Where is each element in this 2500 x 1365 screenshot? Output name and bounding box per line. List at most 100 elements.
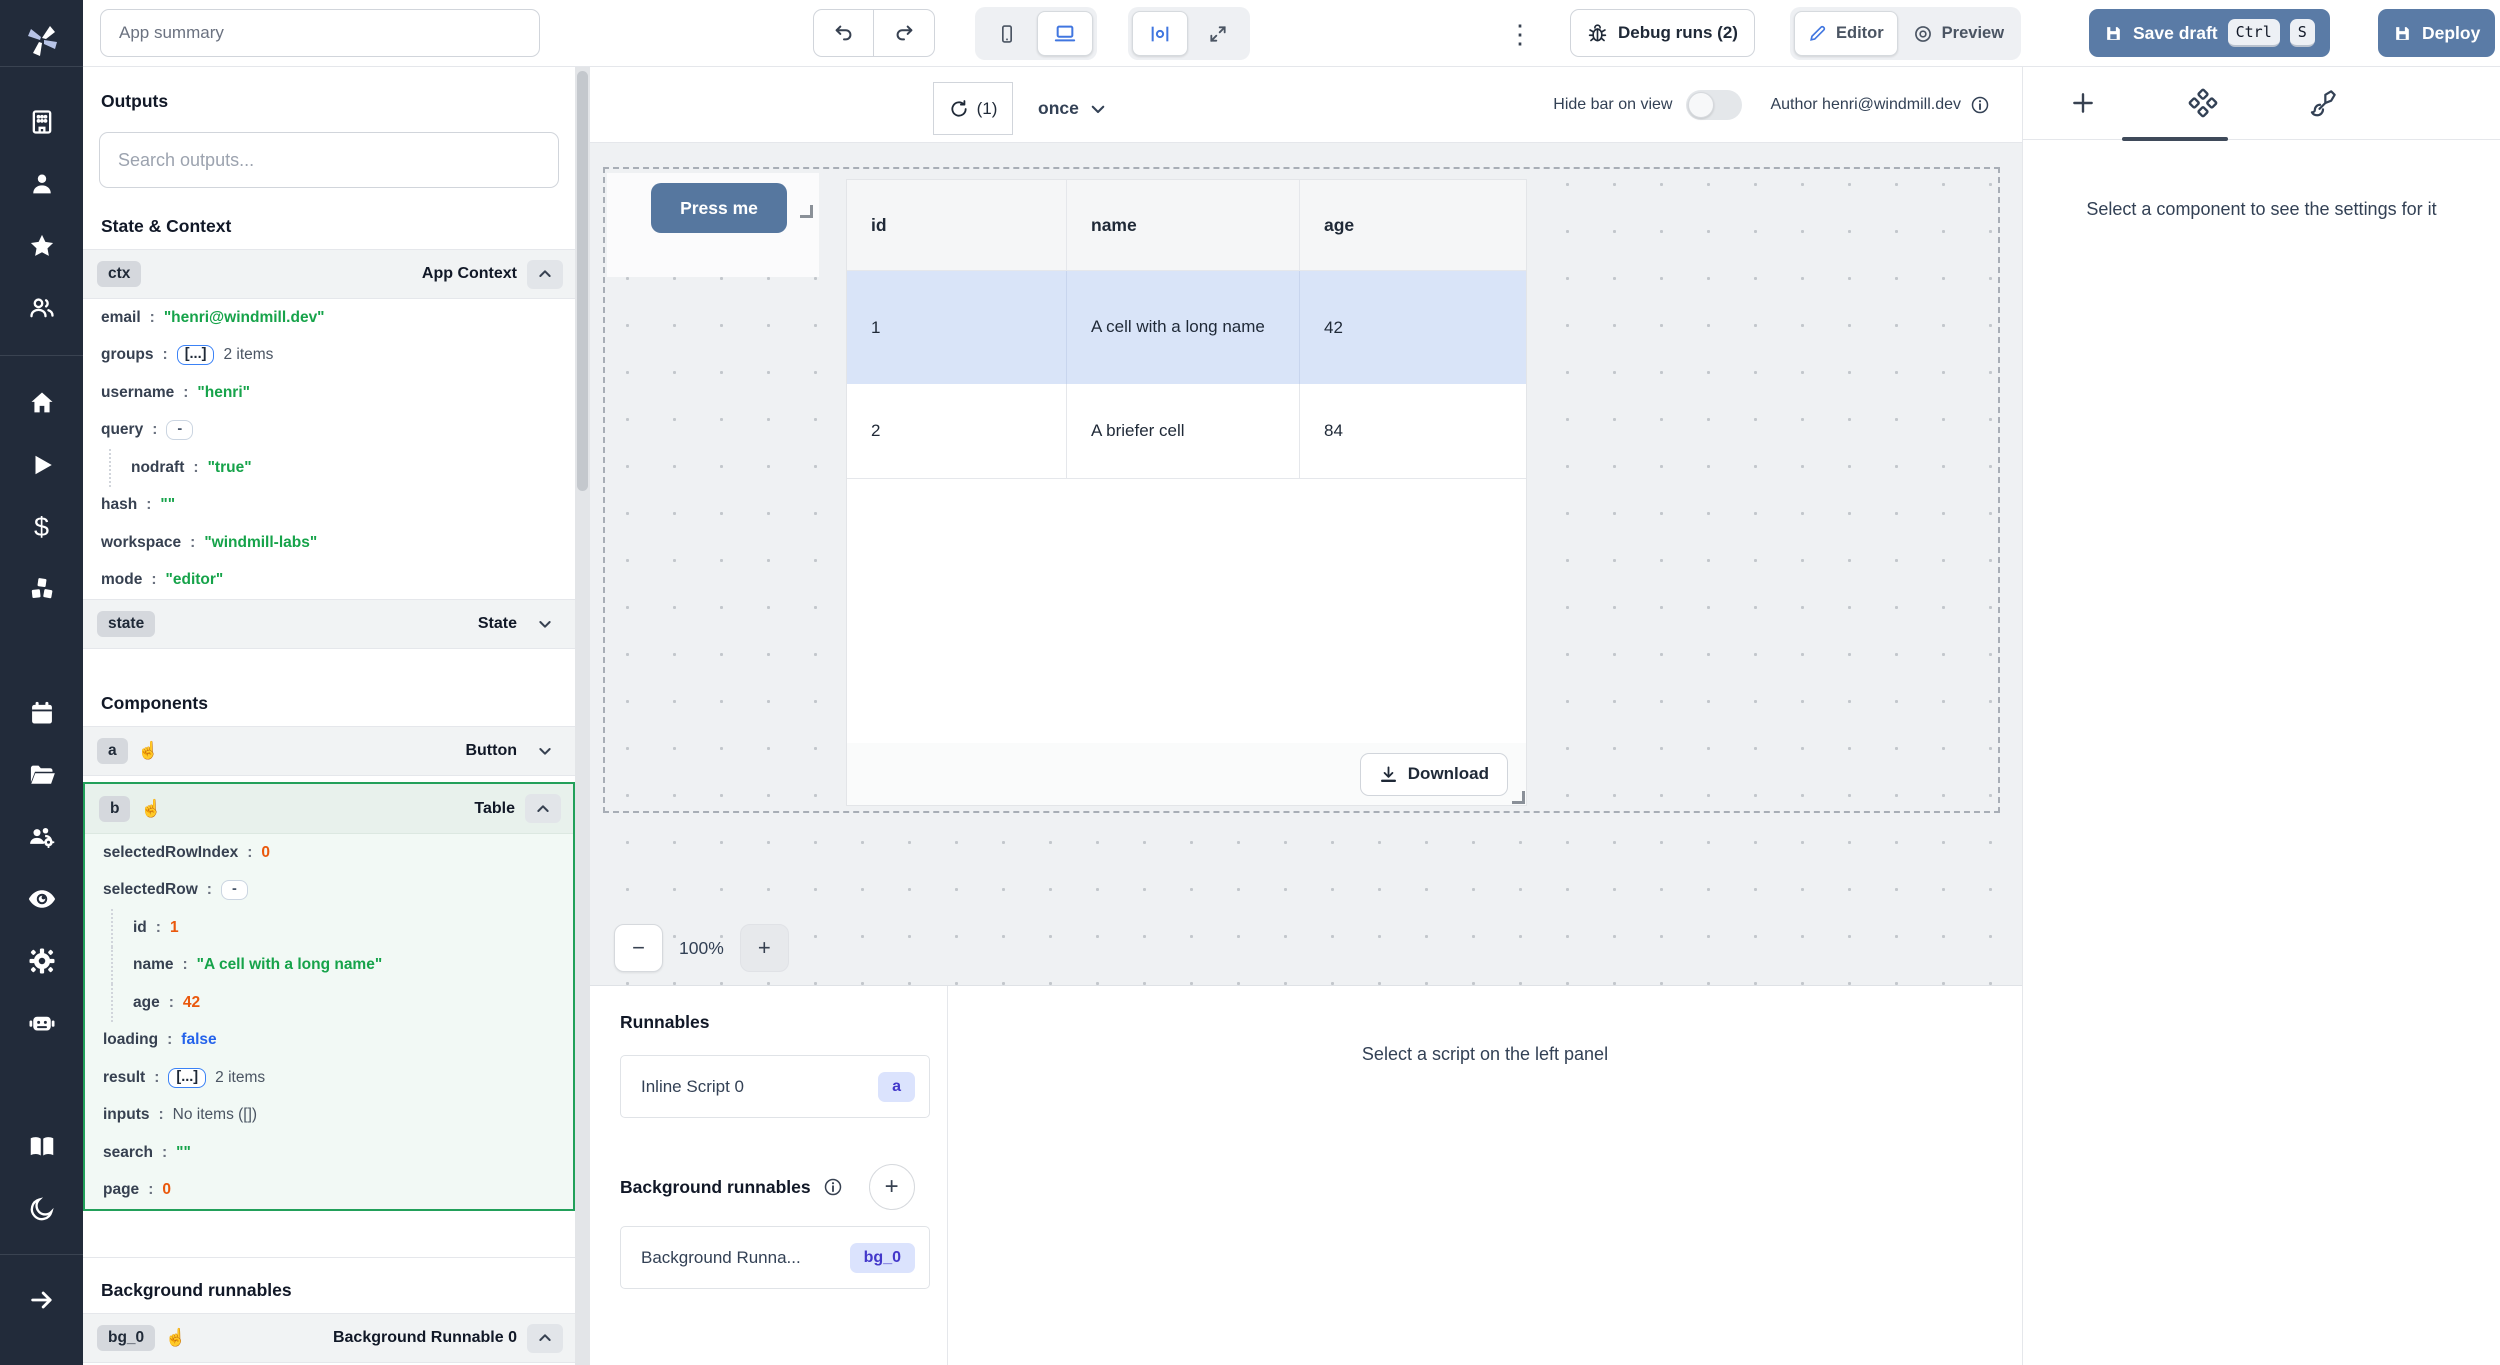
scrollbar-thumb[interactable]: [577, 71, 588, 491]
inline-script-item[interactable]: Inline Script 0 a: [620, 1055, 930, 1118]
ctx-id-badge[interactable]: ctx: [97, 261, 141, 287]
download-button[interactable]: Download: [1360, 753, 1508, 796]
tab-preview[interactable]: Preview: [1900, 11, 2017, 56]
background-runnable-item[interactable]: Background Runna... bg_0: [620, 1226, 930, 1289]
plus-icon: [2070, 90, 2096, 116]
app-summary-input[interactable]: [100, 9, 540, 57]
paintbrush-icon: [2309, 89, 2337, 117]
ctx-type-label: App Context: [422, 265, 517, 283]
add-background-runnable-button[interactable]: +: [869, 1164, 915, 1210]
home-icon[interactable]: [0, 372, 83, 434]
component-b-id-badge[interactable]: b: [99, 796, 130, 822]
outputs-title: Outputs: [101, 91, 575, 112]
kv-row: inputs:No items ([]): [85, 1097, 573, 1135]
zoom-in-button[interactable]: +: [740, 924, 789, 972]
runnables-list-column: Runnables Inline Script 0 a Background r…: [590, 986, 948, 1365]
building-icon[interactable]: [0, 91, 83, 153]
center-align-button[interactable]: [1132, 11, 1188, 56]
kv-row: workspace:"windmill-labs": [83, 524, 575, 562]
info-icon[interactable]: [823, 1177, 843, 1197]
moon-icon[interactable]: [0, 1178, 83, 1240]
empty-value-badge[interactable]: -: [221, 880, 248, 900]
hide-bar-toggle[interactable]: [1686, 90, 1742, 120]
tab-editor[interactable]: Editor: [1794, 11, 1898, 56]
tab-component-settings[interactable]: [2143, 67, 2263, 140]
select-pointer-icon[interactable]: ☝: [165, 1328, 186, 1348]
star-icon[interactable]: [0, 215, 83, 277]
table-resize-handle[interactable]: [1512, 791, 1525, 804]
press-me-button[interactable]: Press me: [651, 183, 787, 233]
select-pointer-icon[interactable]: ☝: [140, 799, 161, 819]
ctx-collapse-button[interactable]: [527, 260, 563, 289]
component-a-expand-button[interactable]: [527, 737, 563, 766]
search-outputs-input[interactable]: [99, 132, 559, 188]
save-draft-button[interactable]: Save draft Ctrl S: [2089, 9, 2330, 57]
refresh-button[interactable]: (1): [933, 82, 1013, 135]
more-menu-button[interactable]: ⋮: [1507, 14, 1533, 54]
play-icon[interactable]: [0, 434, 83, 496]
expand-array-badge[interactable]: [...]: [168, 1068, 206, 1088]
fullscreen-button[interactable]: [1190, 11, 1246, 56]
inline-script-badge: a: [878, 1072, 915, 1102]
empty-value-badge[interactable]: -: [166, 420, 193, 440]
components-icon: [2188, 88, 2218, 118]
info-icon[interactable]: [1970, 95, 1990, 115]
kv-row: hash:"": [83, 487, 575, 525]
kv-row: nodraft:"true": [83, 449, 575, 487]
ctx-section-header: ctx App Context: [83, 249, 575, 299]
button-resize-handle[interactable]: [800, 205, 813, 218]
component-a-id-badge[interactable]: a: [97, 738, 128, 764]
kv-row: result:[...]2 items: [85, 1059, 573, 1097]
robot-icon[interactable]: [0, 992, 83, 1054]
user-group-icon[interactable]: [0, 277, 83, 339]
debug-runs-label: Debug runs (2): [1618, 23, 1738, 43]
settings-empty-hint: Select a component to see the settings f…: [2062, 196, 2462, 224]
editor-preview-toggle: Editor Preview: [1790, 7, 2021, 60]
windmill-logo[interactable]: [22, 14, 62, 66]
debug-runs-button[interactable]: Debug runs (2): [1570, 9, 1755, 57]
table-row[interactable]: 2 A briefer cell 84: [847, 384, 1526, 479]
kv-row: age:42: [85, 984, 573, 1022]
kv-row: groups:[...]2 items: [83, 337, 575, 375]
canvas-toolbar: (1) once Hide bar on view Author henri@w…: [590, 67, 2022, 143]
zoom-out-button[interactable]: −: [614, 924, 663, 972]
book-icon[interactable]: [0, 1116, 83, 1178]
gear-icon[interactable]: [0, 930, 83, 992]
undo-button[interactable]: [813, 9, 874, 57]
mobile-view-button[interactable]: [979, 11, 1035, 56]
bg0-id-badge[interactable]: bg_0: [97, 1325, 155, 1351]
folder-icon[interactable]: [0, 744, 83, 806]
background-runnables-title: Background runnables: [620, 1177, 811, 1198]
calendar-icon[interactable]: [0, 682, 83, 744]
select-script-hint: Select a script on the left panel: [948, 1044, 2022, 1065]
user-icon[interactable]: [0, 153, 83, 215]
inline-script-label: Inline Script 0: [641, 1077, 744, 1097]
table-row-selected[interactable]: 1 A cell with a long name 42: [847, 271, 1526, 384]
schedule-dropdown[interactable]: once: [1038, 82, 1107, 135]
collapse-arrow-icon[interactable]: [0, 1269, 83, 1331]
refresh-icon: [949, 99, 969, 119]
outputs-panel: Outputs State & Context ctx App Context …: [83, 67, 575, 1365]
component-b-collapse-button[interactable]: [525, 794, 561, 823]
select-pointer-icon[interactable]: ☝: [138, 741, 159, 761]
tab-styling[interactable]: [2263, 67, 2383, 140]
dollar-icon[interactable]: $: [0, 496, 83, 558]
tab-insert-component[interactable]: [2023, 67, 2143, 140]
outputs-panel-scrollbar[interactable]: [575, 67, 590, 1365]
redo-button[interactable]: [874, 9, 935, 57]
cubes-icon[interactable]: [0, 558, 83, 620]
settings-tabs: [2023, 67, 2500, 140]
eye-icon[interactable]: [0, 868, 83, 930]
rail-divider: [0, 66, 83, 67]
group-settings-icon[interactable]: [0, 806, 83, 868]
deploy-button[interactable]: Deploy: [2378, 9, 2495, 57]
bg0-collapse-button[interactable]: [527, 1324, 563, 1353]
zoom-controls: − 100% +: [614, 924, 789, 972]
state-expand-button[interactable]: [527, 610, 563, 639]
expand-array-badge[interactable]: [...]: [177, 345, 215, 365]
kv-row: id:1: [85, 909, 573, 947]
kv-row: selectedRow:-: [85, 872, 573, 910]
state-id-badge[interactable]: state: [97, 611, 155, 637]
canvas-grid[interactable]: Press me id name age 1 A cell with a lon…: [590, 143, 2022, 985]
desktop-view-button[interactable]: [1037, 11, 1093, 56]
